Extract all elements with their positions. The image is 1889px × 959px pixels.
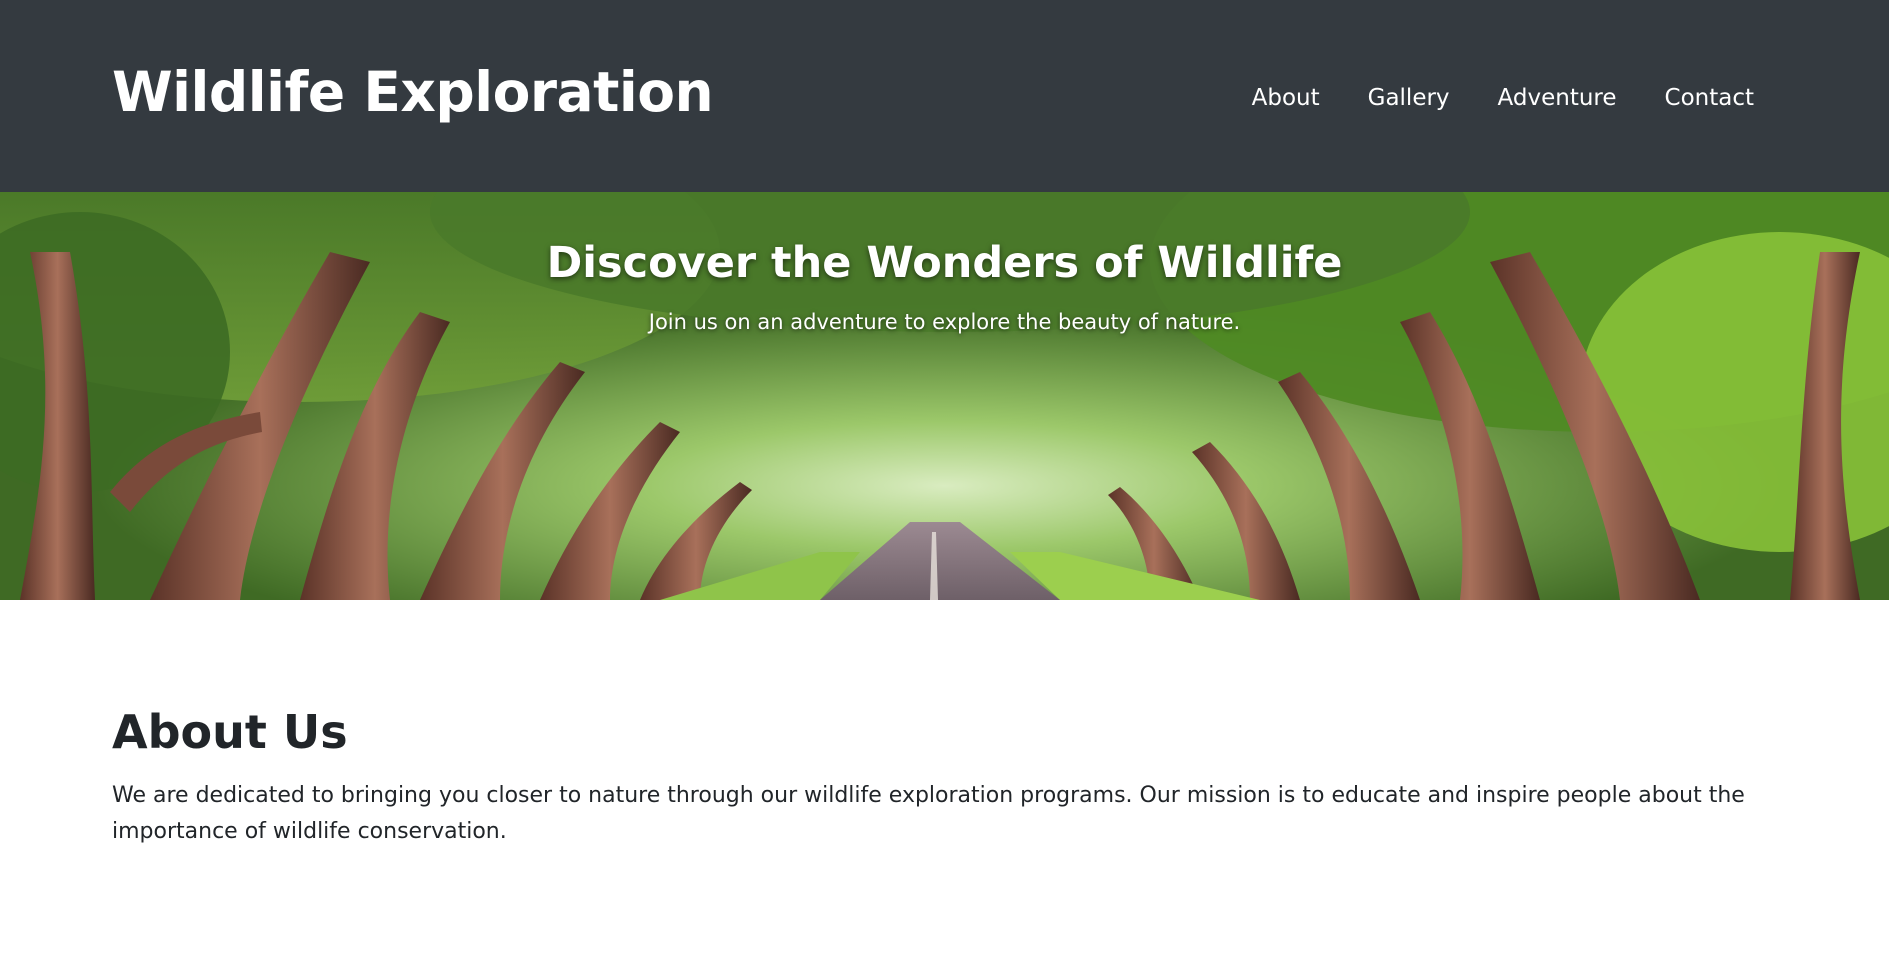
hero-banner: Discover the Wonders of Wildlife Join us… — [0, 192, 1889, 600]
site-header: Wildlife Exploration About Gallery Adven… — [0, 0, 1889, 192]
nav-link-gallery[interactable]: Gallery — [1368, 78, 1450, 118]
hero-title: Discover the Wonders of Wildlife — [546, 238, 1343, 288]
nav-link-about[interactable]: About — [1252, 78, 1320, 118]
about-section: About Us We are dedicated to bringing yo… — [112, 700, 1777, 850]
site-brand[interactable]: Wildlife Exploration — [112, 54, 714, 130]
hero-subtitle: Join us on an adventure to explore the b… — [648, 310, 1241, 334]
nav-link-contact[interactable]: Contact — [1665, 78, 1754, 118]
main-nav: About Gallery Adventure Contact — [1252, 78, 1754, 118]
about-body: We are dedicated to bringing you closer … — [112, 783, 1745, 844]
about-heading: About Us — [112, 705, 348, 759]
nav-link-adventure[interactable]: Adventure — [1498, 78, 1617, 118]
